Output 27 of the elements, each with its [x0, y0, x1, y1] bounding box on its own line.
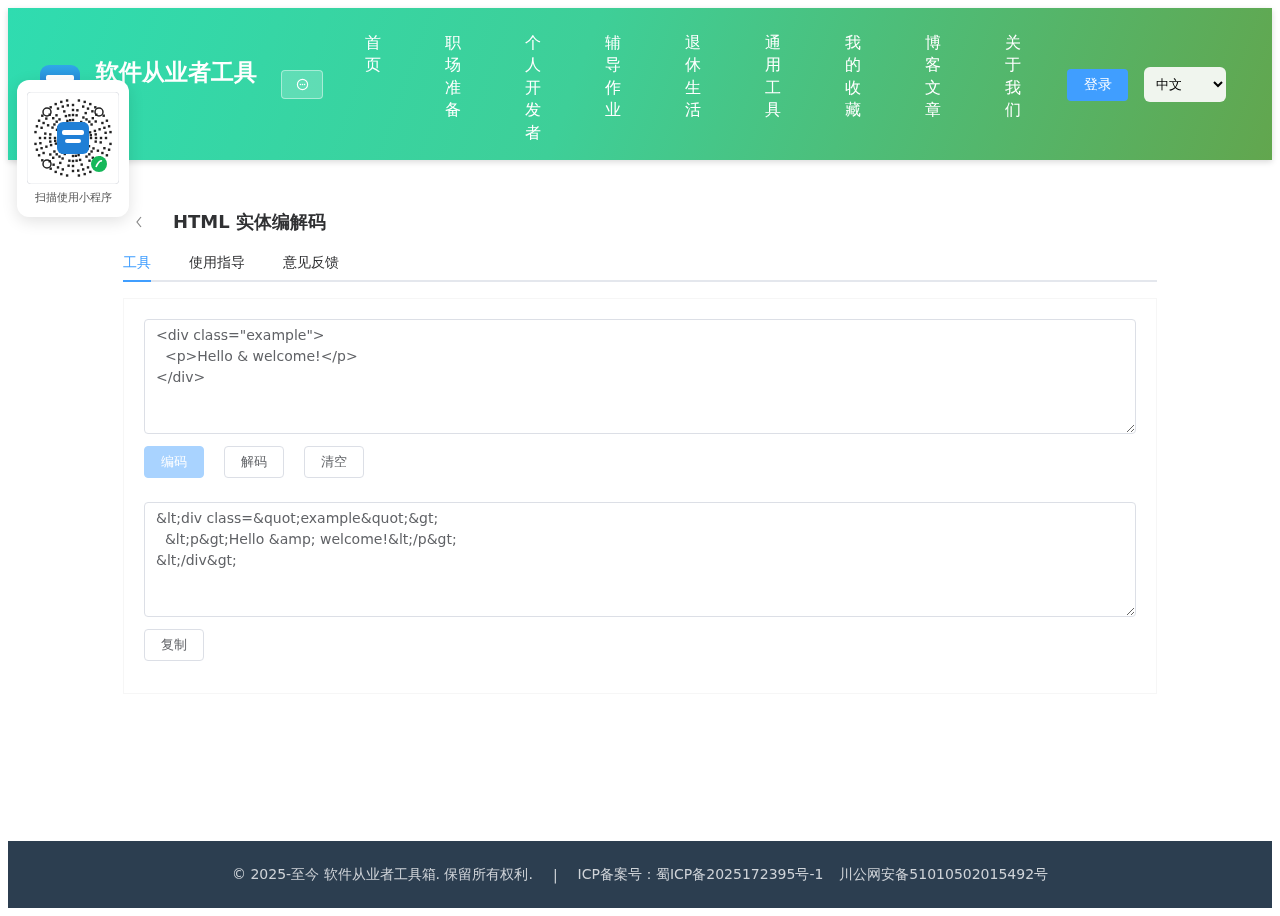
- clear-button[interactable]: 清空: [304, 446, 364, 478]
- nav-link[interactable]: 通用工具: [765, 32, 781, 144]
- nav-link[interactable]: 辅导作业: [605, 32, 621, 144]
- nav-link[interactable]: 个人开发者: [525, 32, 541, 144]
- tab[interactable]: 使用指导: [189, 254, 245, 282]
- login-button[interactable]: 登录: [1067, 69, 1128, 101]
- nav-link[interactable]: 关于我们: [1005, 32, 1021, 144]
- separator-text: |: [552, 866, 558, 883]
- copyright-text: © 2025-至今 软件从业者工具箱. 保留所有权利.: [231, 865, 533, 884]
- icp-link[interactable]: ICP备案号：蜀ICP备2025172395号-1: [577, 865, 824, 884]
- output-field[interactable]: &lt;div class=&quot;example&quot;&gt; &lt;p&gt;Hello &amp; welcome!&lt;/p&gt; &lt;/div&gt;: [144, 502, 1136, 617]
- nav-link[interactable]: 首页: [365, 32, 381, 144]
- qr-caption: 扫描使用小程序: [34, 190, 112, 205]
- language-select[interactable]: 中文: [1144, 67, 1226, 102]
- copy-button[interactable]: 复制: [144, 629, 204, 661]
- page-title: HTML 实体编解码: [173, 210, 326, 234]
- nav-link[interactable]: 博客文章: [925, 32, 941, 144]
- police-record-link[interactable]: 川公网安备51010502015492号: [839, 865, 1049, 884]
- tab[interactable]: 意见反馈: [283, 254, 339, 282]
- nav-link[interactable]: 退休生活: [685, 32, 701, 144]
- nav-link[interactable]: 职场准备: [445, 32, 461, 144]
- tab[interactable]: 工具: [123, 254, 151, 282]
- chat-bubble-icon: [295, 78, 309, 91]
- decode-button[interactable]: 解码: [224, 446, 284, 478]
- input-field[interactable]: <div class="example"> <p>Hello & welcome!</p> </div>: [144, 319, 1136, 434]
- nav-link[interactable]: 我的收藏: [845, 32, 861, 144]
- back-icon[interactable]: [135, 215, 143, 229]
